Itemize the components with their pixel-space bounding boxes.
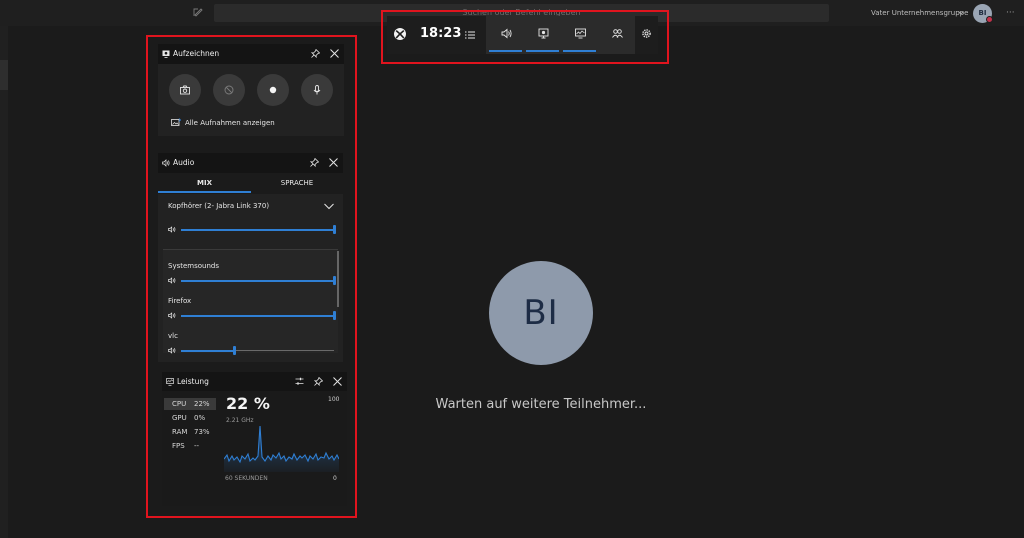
systemsounds-volume-thumb[interactable] <box>332 276 336 285</box>
stat-label: RAM <box>172 428 188 436</box>
stat-value: 0% <box>194 414 206 422</box>
graph-min-label: 0 <box>333 475 337 482</box>
speaker-icon[interactable] <box>168 312 176 319</box>
microphone-icon <box>313 85 321 95</box>
clock: 18:23 <box>420 26 462 41</box>
firefox-volume-fill <box>181 314 334 317</box>
gamebar-toolbar: 18:23 <box>387 16 658 54</box>
capture-icon <box>162 50 170 58</box>
audio-widget-title: Audio <box>173 158 195 167</box>
camera-icon <box>180 85 190 95</box>
record-last-disabled-icon <box>224 85 234 95</box>
graph-max-label: 100 <box>328 396 340 403</box>
microphone-button[interactable] <box>301 74 333 106</box>
compose-icon[interactable] <box>193 7 203 17</box>
record-last-button[interactable] <box>213 74 245 106</box>
vlc-volume-fill <box>181 349 235 352</box>
social-widget-button[interactable] <box>599 16 636 54</box>
stat-value: 73% <box>194 428 210 436</box>
stat-value: 22% <box>194 400 210 408</box>
active-tab-indicator <box>158 191 251 193</box>
speaker-icon <box>501 28 512 39</box>
capture-widget-header[interactable]: Aufzeichnen <box>158 44 344 64</box>
vlc-volume-thumb[interactable] <box>233 346 237 355</box>
app-label-firefox: Firefox <box>168 297 192 305</box>
cpu-usage-graph <box>224 425 339 472</box>
master-volume-fill <box>181 228 334 231</box>
scrollbar[interactable] <box>337 251 339 307</box>
stat-row-fps[interactable]: FPS -- <box>164 440 216 452</box>
show-all-captures-link[interactable]: Alle Aufnahmen anzeigen <box>185 119 275 127</box>
cpu-graph-area <box>224 426 339 472</box>
audio-widget-header[interactable]: Audio <box>158 153 343 173</box>
app-rail <box>0 26 8 538</box>
more-options-icon[interactable]: ··· <box>1006 8 1015 18</box>
performance-widget-button[interactable] <box>562 16 599 54</box>
stat-label: GPU <box>172 414 187 422</box>
firefox-volume-thumb[interactable] <box>332 311 336 320</box>
stat-label: CPU <box>172 400 187 408</box>
cpu-graph-line <box>224 425 339 464</box>
xbox-logo-icon[interactable] <box>393 27 407 41</box>
app-label-systemsounds: Systemsounds <box>168 262 219 270</box>
tab-sprache[interactable]: SPRACHE <box>251 173 343 194</box>
pin-icon[interactable] <box>314 377 323 386</box>
stat-row-cpu[interactable]: CPU 22% <box>164 398 216 410</box>
speaker-icon[interactable] <box>168 347 176 354</box>
widget-menu-icon[interactable] <box>465 30 475 40</box>
close-icon[interactable] <box>333 377 342 386</box>
chevron-down-icon[interactable] <box>324 203 334 210</box>
close-icon[interactable] <box>329 158 338 167</box>
stat-label: FPS <box>172 442 185 450</box>
waiting-message: Warten auf weitere Teilnehmer... <box>435 397 647 412</box>
stat-row-gpu[interactable]: GPU 0% <box>164 412 216 424</box>
stat-row-ram[interactable]: RAM 73% <box>164 426 216 438</box>
capture-widget-button[interactable] <box>525 16 562 54</box>
audio-widget: Audio MIX SPRACHE Kopfhörer (2- Jabra Li… <box>158 153 343 362</box>
pin-icon[interactable] <box>311 49 320 58</box>
graph-time-window: 60 SEKUNDEN <box>225 475 268 482</box>
capture-widget: Aufzeichnen Alle Aufnahmen anzeigen <box>158 44 344 136</box>
presence-busy-icon <box>986 16 993 23</box>
screenshot-button[interactable] <box>169 74 201 106</box>
performance-monitor-icon <box>575 28 586 39</box>
speaker-icon <box>162 159 170 167</box>
performance-widget: Leistung CPU 22% GPU 0% RAM 73% FPS -- 2… <box>162 372 347 506</box>
speaker-icon[interactable] <box>168 226 176 233</box>
close-icon[interactable] <box>330 49 339 58</box>
participant-avatar: BI <box>489 261 593 365</box>
pin-icon[interactable] <box>310 158 319 167</box>
capture-icon <box>538 28 549 39</box>
settings-button[interactable] <box>635 16 658 54</box>
master-volume-thumb[interactable] <box>332 225 336 234</box>
gamebar-widget-buttons <box>486 16 635 54</box>
friends-icon <box>612 29 623 38</box>
output-device-select[interactable]: Kopfhörer (2- Jabra Link 370) <box>168 202 269 210</box>
app-rail-item[interactable] <box>0 60 8 90</box>
start-recording-button[interactable] <box>257 74 289 106</box>
performance-monitor-icon <box>166 378 174 386</box>
performance-widget-header[interactable]: Leistung <box>162 372 347 391</box>
performance-widget-title: Leistung <box>177 377 209 386</box>
org-switcher-label[interactable]: Vater Unternehmensgruppe <box>871 9 968 17</box>
capture-widget-title: Aufzeichnen <box>173 49 220 58</box>
options-sliders-icon[interactable] <box>295 377 304 386</box>
systemsounds-volume-fill <box>181 279 334 282</box>
chevron-down-icon[interactable] <box>958 11 964 15</box>
record-icon <box>269 86 277 94</box>
gear-icon <box>642 29 651 38</box>
app-label-vlc: vlc <box>168 332 178 340</box>
audio-widget-button[interactable] <box>488 16 525 54</box>
speaker-icon[interactable] <box>168 277 176 284</box>
gallery-icon <box>171 118 181 126</box>
stat-value: -- <box>194 442 200 450</box>
